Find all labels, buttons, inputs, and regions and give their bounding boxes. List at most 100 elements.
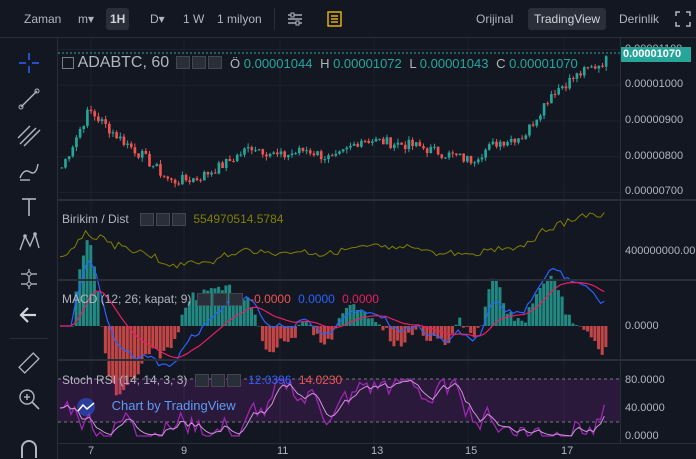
close-icon[interactable] (207, 56, 222, 70)
candle-body (582, 67, 586, 76)
fullscreen-icon[interactable] (674, 10, 692, 28)
visibility-icon[interactable] (196, 293, 211, 307)
trend-line-icon[interactable] (16, 86, 42, 112)
candle-body (213, 172, 217, 174)
macd-histogram-bar (136, 326, 140, 375)
macd-histogram-bar (458, 317, 462, 326)
symbol-legend: ADABTC, 60 (62, 54, 222, 72)
candle-body (184, 174, 188, 181)
accum-axis-label: 400000000.00 (625, 245, 696, 257)
candle-body (341, 149, 345, 152)
candle-body (224, 159, 228, 168)
view-original-button[interactable]: Orijinal (472, 8, 517, 30)
pattern-icon[interactable] (16, 230, 42, 256)
interval-minutes-dropdown[interactable]: m▾ (74, 8, 98, 30)
macd-axis-label: 0.0000 (625, 320, 659, 332)
candle-body (330, 155, 334, 157)
pane-separator[interactable] (58, 359, 696, 361)
settings-sliders-icon[interactable] (285, 9, 305, 29)
macd-histogram-bar (549, 275, 553, 326)
macd-histogram-bar (560, 296, 564, 326)
pane-separator[interactable] (58, 279, 696, 281)
gear-icon[interactable] (210, 374, 225, 388)
crosshair-icon[interactable] (16, 50, 42, 76)
candle-body (531, 124, 535, 126)
visibility-icon[interactable] (175, 56, 190, 70)
ruler-icon[interactable] (16, 350, 42, 376)
range-1w-button[interactable]: 1 W (179, 8, 208, 30)
collapse-icon[interactable] (62, 56, 74, 69)
candle-body (440, 154, 444, 158)
pitchfork-icon[interactable] (16, 122, 42, 148)
candle-body (411, 139, 414, 147)
range-1m-button[interactable]: 1 milyon (213, 8, 266, 30)
low-label: L (409, 56, 417, 71)
candle-body (78, 129, 82, 138)
candle-body (535, 119, 539, 126)
zoom-in-icon[interactable] (16, 386, 42, 412)
magnet-icon[interactable] (16, 436, 42, 459)
macd-histogram-bar (377, 324, 381, 326)
candle-body (550, 94, 553, 104)
brush-icon[interactable] (16, 158, 42, 184)
candle-body (502, 141, 506, 146)
candle-body (316, 151, 319, 156)
candle-body (279, 151, 283, 155)
candle-body (381, 138, 385, 145)
time-axis-label: 13 (371, 445, 384, 457)
candle-body (480, 157, 484, 160)
visibility-icon[interactable] (194, 374, 209, 388)
macd-hist-value: 0.0000 (342, 292, 379, 306)
macd-histogram-bar (268, 326, 272, 352)
view-depth-button[interactable]: Derinlik (615, 8, 663, 30)
candle-body (371, 141, 374, 143)
close-icon[interactable] (172, 213, 187, 227)
candle-body (374, 138, 378, 142)
back-arrow-icon[interactable] (16, 302, 42, 328)
candle-body (202, 171, 206, 181)
watermark-text: Chart by TradingView (111, 398, 236, 414)
macd-histogram-bar (505, 313, 509, 326)
macd-histogram-bar (366, 318, 370, 326)
interval-1h-button[interactable]: 1H (106, 8, 130, 30)
pane-separator[interactable] (58, 199, 696, 201)
time-scale[interactable]: 7 9 11 13 15 17 (58, 443, 696, 459)
gear-icon[interactable] (212, 293, 227, 307)
candle-body (360, 140, 363, 147)
candle-body (590, 66, 593, 68)
high-label: H (320, 56, 330, 71)
candle-body (100, 119, 104, 122)
candle-body (243, 148, 246, 155)
candle-body (155, 164, 159, 167)
gear-icon[interactable] (156, 213, 171, 227)
text-tool-icon[interactable] (16, 194, 42, 220)
candle-body (498, 141, 502, 147)
view-tradingview-button[interactable]: TradingView (528, 8, 607, 30)
candle-body (140, 151, 144, 158)
close-icon[interactable] (228, 293, 243, 307)
accum-name: Birikim / Dist (62, 212, 129, 226)
candle-body (287, 155, 290, 158)
macd-histogram-bar (282, 326, 286, 342)
chart-area[interactable]: ADABTC, 60 Ö 0.00001044 H 0.00001072 L 0… (58, 38, 620, 443)
price-axis-label: 0.00000700 (625, 185, 684, 198)
current-price-tag: 0.00001070 (621, 47, 691, 62)
chart-type-dropdown[interactable]: D▾ (146, 8, 169, 30)
macd-histogram-bar (85, 240, 89, 326)
macd-histogram-bar (564, 314, 568, 326)
price-axis-label: 0.00000800 (625, 149, 684, 162)
macd-histogram-bar (271, 326, 275, 353)
price-scale[interactable]: 0.000011000.000010000.000009000.00000800… (620, 38, 696, 443)
close-icon[interactable] (226, 374, 241, 388)
visibility-icon[interactable] (140, 213, 155, 227)
candle-body (425, 148, 429, 154)
tradingview-watermark[interactable]: Chart by TradingView (74, 398, 236, 418)
measure-icon[interactable] (16, 266, 42, 292)
macd-histogram-bar (286, 326, 290, 342)
macd-histogram-bar (516, 318, 520, 326)
candle-body (433, 146, 436, 148)
gear-icon[interactable] (191, 56, 206, 70)
candle-body (367, 140, 371, 143)
indicators-icon[interactable] (324, 9, 344, 29)
macd-histogram-bar (399, 326, 403, 347)
